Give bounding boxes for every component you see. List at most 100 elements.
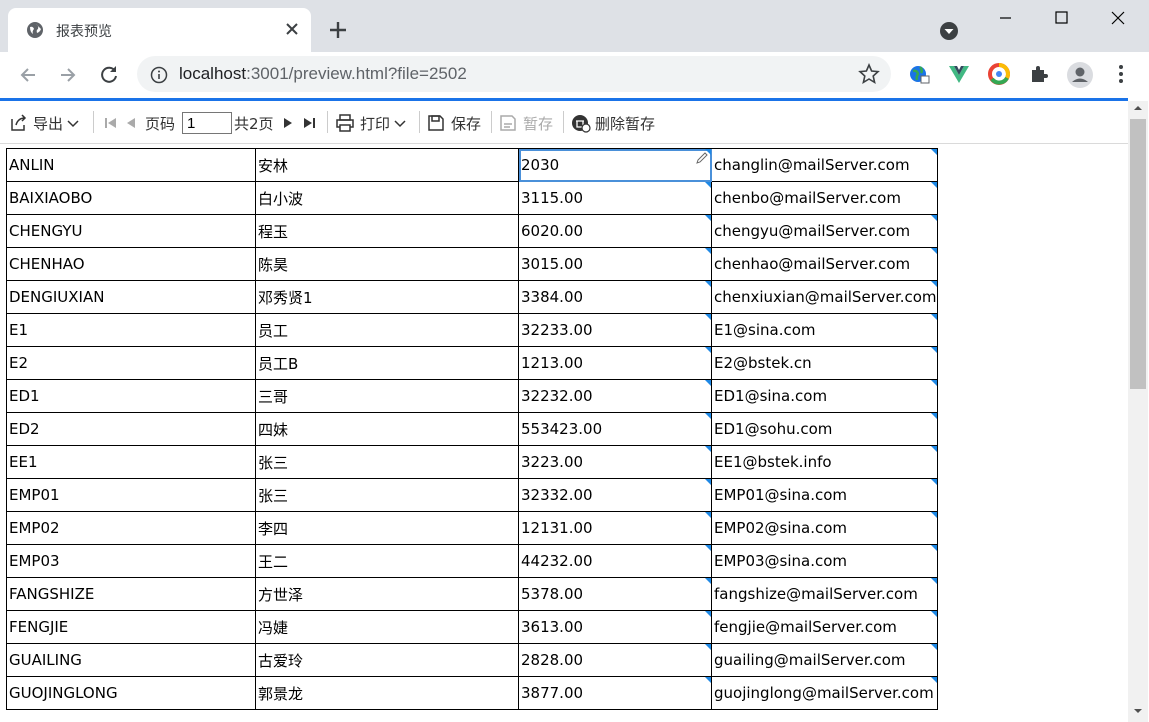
more-menu-icon[interactable] <box>1110 63 1132 85</box>
employee-id-cell: E2 <box>6 346 256 380</box>
email-cell[interactable]: EMP03@sina.com <box>711 544 938 578</box>
first-page-icon[interactable] <box>103 115 119 131</box>
salary-cell[interactable]: 32332.00 <box>518 478 712 512</box>
salary-cell[interactable]: 3223.00 <box>518 445 712 479</box>
cell-text: 3115.00 <box>521 189 584 207</box>
table-row: FANGSHIZE 方世泽 5378.00 fangshize@mailServer.… <box>6 577 938 611</box>
report-grid: ANLIN 安林 2030 changlin@mailServer.com BAIXIA… <box>6 148 938 710</box>
close-tab-icon[interactable] <box>282 19 302 39</box>
salary-cell[interactable]: 3115.00 <box>518 181 712 215</box>
employee-id-cell: EMP01 <box>6 478 256 512</box>
toolbar-divider <box>93 111 94 133</box>
cell-text: 张三 <box>258 453 289 472</box>
back-icon[interactable] <box>14 61 42 89</box>
edit-pencil-icon[interactable] <box>695 151 709 165</box>
email-cell[interactable]: fengjie@mailServer.com <box>711 610 938 644</box>
salary-cell[interactable]: 5378.00 <box>518 577 712 611</box>
url-text[interactable]: localhost:3001/preview.html?file=2502 <box>179 64 467 84</box>
salary-cell[interactable]: 3015.00 <box>518 247 712 281</box>
extensions-puzzle-icon[interactable] <box>1028 63 1050 85</box>
cell-text: ED1 <box>9 387 40 405</box>
email-cell[interactable]: EMP01@sina.com <box>711 478 938 512</box>
close-window-icon[interactable] <box>1094 5 1140 31</box>
cell-text: 陈昊 <box>258 255 289 274</box>
cell-text: 古爱玲 <box>258 651 304 670</box>
employee-id-cell: ANLIN <box>6 148 256 182</box>
new-tab-icon[interactable] <box>326 18 350 42</box>
cell-text: 方世泽 <box>258 585 304 604</box>
cell-text: CHENHAO <box>9 255 85 273</box>
salary-cell[interactable]: 1213.00 <box>518 346 712 380</box>
export-button[interactable]: 导出 <box>9 113 81 133</box>
cell-text: 32232.00 <box>521 387 593 405</box>
temp-save-button[interactable]: 暂存 <box>499 113 553 133</box>
temp-save-icon <box>500 115 516 131</box>
cell-text: 安林 <box>258 156 289 175</box>
salary-cell[interactable]: 2030 <box>518 148 712 182</box>
export-icon <box>11 114 27 131</box>
email-cell[interactable]: chenxiuxian@mailServer.com <box>711 280 938 314</box>
url-path: :3001/preview.html?file=2502 <box>246 64 467 83</box>
salary-cell[interactable]: 44232.00 <box>518 544 712 578</box>
email-cell[interactable]: changlin@mailServer.com <box>711 148 938 182</box>
cell-text: DENGIUXIAN <box>9 288 105 306</box>
minimize-icon[interactable] <box>982 5 1028 31</box>
chrome-extension-icon[interactable] <box>988 63 1010 85</box>
table-row: EMP03 王二 44232.00 EMP03@sina.com <box>6 544 938 578</box>
scroll-up-icon[interactable] <box>1132 102 1144 114</box>
profile-avatar-icon[interactable] <box>1066 61 1094 89</box>
email-cell[interactable]: chengyu@mailServer.com <box>711 214 938 248</box>
table-row: E2 员工B 1213.00 E2@bstek.cn <box>6 346 938 380</box>
email-cell[interactable]: EE1@bstek.info <box>711 445 938 479</box>
bookmark-star-icon[interactable] <box>858 63 880 85</box>
cell-text: chenbo@mailServer.com <box>714 189 901 207</box>
printer-icon <box>336 114 354 132</box>
translate-extension-icon[interactable] <box>908 63 930 85</box>
table-row: ANLIN 安林 2030 changlin@mailServer.com <box>6 148 938 182</box>
reload-icon[interactable] <box>95 61 123 89</box>
email-cell[interactable]: fangshize@mailServer.com <box>711 577 938 611</box>
scrollbar-thumb[interactable] <box>1130 119 1146 389</box>
email-cell[interactable]: E2@bstek.cn <box>711 346 938 380</box>
vue-devtools-icon[interactable] <box>948 63 970 85</box>
email-cell[interactable]: E1@sina.com <box>711 313 938 347</box>
page-number-input[interactable] <box>182 112 232 134</box>
prev-page-icon[interactable] <box>123 115 139 131</box>
save-button[interactable]: 保存 <box>427 113 481 133</box>
delete-temp-button[interactable]: 删除暂存 <box>571 113 655 133</box>
email-cell[interactable]: EMP02@sina.com <box>711 511 938 545</box>
email-cell[interactable]: ED1@sohu.com <box>711 412 938 446</box>
scroll-down-icon[interactable] <box>1132 705 1144 717</box>
maximize-icon[interactable] <box>1038 5 1084 31</box>
info-icon[interactable] <box>150 66 168 84</box>
email-cell[interactable]: ED1@sina.com <box>711 379 938 413</box>
salary-cell[interactable]: 3384.00 <box>518 280 712 314</box>
cell-text: 郭景龙 <box>258 684 304 703</box>
salary-cell[interactable]: 6020.00 <box>518 214 712 248</box>
salary-cell[interactable]: 553423.00 <box>518 412 712 446</box>
salary-cell[interactable]: 3613.00 <box>518 610 712 644</box>
email-cell[interactable]: guojinglong@mailServer.com <box>711 676 938 710</box>
tab-search-icon[interactable] <box>938 20 960 42</box>
table-row: EMP02 李四 12131.00 EMP02@sina.com <box>6 511 938 545</box>
print-button[interactable]: 打印 <box>335 113 408 133</box>
cell-text: chengyu@mailServer.com <box>714 222 911 240</box>
salary-cell[interactable]: 2828.00 <box>518 643 712 677</box>
employee-name-cell: 冯婕 <box>255 610 519 644</box>
cell-text: 6020.00 <box>521 222 584 240</box>
save-label: 保存 <box>451 114 482 133</box>
salary-cell[interactable]: 32233.00 <box>518 313 712 347</box>
email-cell[interactable]: guailing@mailServer.com <box>711 643 938 677</box>
forward-icon[interactable] <box>54 61 82 89</box>
cell-text: 2828.00 <box>521 651 584 669</box>
browser-tab[interactable]: 报表预览 <box>8 8 311 52</box>
email-cell[interactable]: chenhao@mailServer.com <box>711 247 938 281</box>
email-cell[interactable]: chenbo@mailServer.com <box>711 181 938 215</box>
employee-id-cell: FENGJIE <box>6 610 256 644</box>
last-page-icon[interactable] <box>301 115 317 131</box>
next-page-icon[interactable] <box>280 115 296 131</box>
salary-cell[interactable]: 32232.00 <box>518 379 712 413</box>
salary-cell[interactable]: 3877.00 <box>518 676 712 710</box>
cell-text: 3015.00 <box>521 255 584 273</box>
salary-cell[interactable]: 12131.00 <box>518 511 712 545</box>
